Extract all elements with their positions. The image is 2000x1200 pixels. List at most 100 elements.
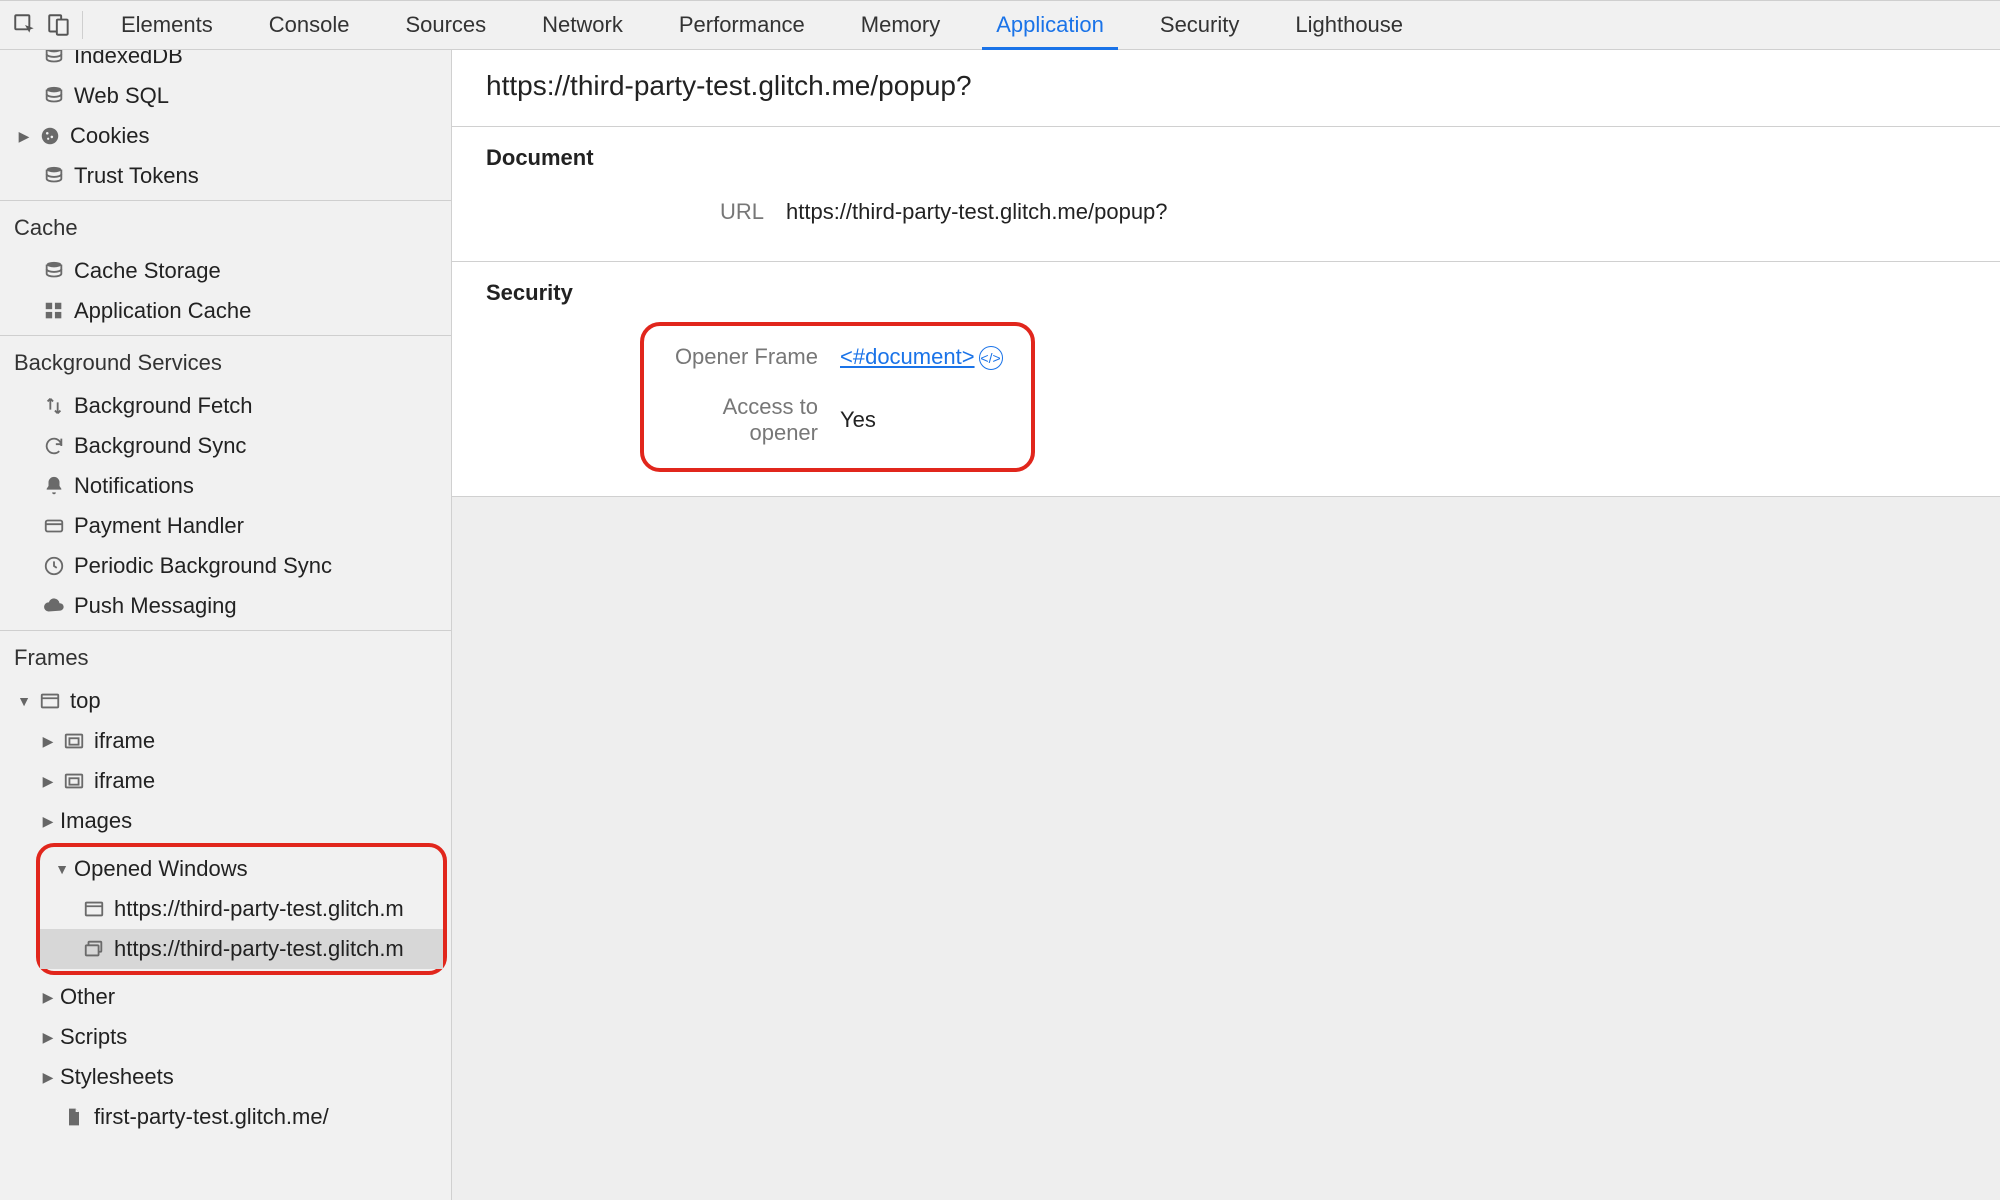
frame-top[interactable]: ▼ top xyxy=(0,681,451,721)
application-sidebar: IndexedDB Web SQL ▶ Cookies Trust Tokens… xyxy=(0,50,452,1200)
row-opener-frame: Opener Frame <#document></> xyxy=(650,332,1003,382)
window-icon xyxy=(36,690,64,712)
sidebar-item-application-cache[interactable]: Application Cache xyxy=(0,291,451,331)
main: IndexedDB Web SQL ▶ Cookies Trust Tokens… xyxy=(0,50,2000,1200)
tab-network[interactable]: Network xyxy=(514,1,651,49)
tab-label: Console xyxy=(269,12,350,38)
sidebar-item-cache-storage[interactable]: Cache Storage xyxy=(0,251,451,291)
label: Web SQL xyxy=(74,83,169,109)
tab-console[interactable]: Console xyxy=(241,1,378,49)
database-icon xyxy=(40,50,68,67)
expand-icon[interactable]: ▶ xyxy=(40,773,56,790)
label: iframe xyxy=(94,768,155,794)
database-icon xyxy=(40,260,68,282)
tab-memory[interactable]: Memory xyxy=(833,1,968,49)
expand-icon[interactable]: ▶ xyxy=(40,1069,56,1086)
collapse-icon[interactable]: ▼ xyxy=(16,693,32,709)
sync-icon xyxy=(40,435,68,457)
tab-label: Sources xyxy=(405,12,486,38)
frame-opened-windows[interactable]: ▼ Opened Windows xyxy=(40,849,443,889)
frame-images[interactable]: ▶ Images xyxy=(0,801,451,841)
sidebar-heading-frames: Frames xyxy=(0,635,451,681)
divider xyxy=(0,200,451,201)
sidebar-item-background-fetch[interactable]: Background Fetch xyxy=(0,386,451,426)
sidebar-item-trust-tokens[interactable]: Trust Tokens xyxy=(0,156,451,196)
sidebar-item-websql[interactable]: Web SQL xyxy=(0,76,451,116)
database-icon xyxy=(40,165,68,187)
value-opener-frame: <#document></> xyxy=(840,344,1003,370)
label: Stylesheets xyxy=(60,1064,174,1090)
label-access-to-opener: Access to opener xyxy=(650,394,840,446)
sidebar-item-push-messaging[interactable]: Push Messaging xyxy=(0,586,451,626)
expand-icon[interactable]: ▶ xyxy=(40,1029,56,1046)
detail-panel: https://third-party-test.glitch.me/popup… xyxy=(452,50,2000,1200)
window-icon xyxy=(80,898,108,920)
section-heading: Document xyxy=(486,145,1966,171)
sidebar-item-indexeddb[interactable]: IndexedDB xyxy=(0,50,451,76)
tab-label: Lighthouse xyxy=(1295,12,1403,38)
tab-sources[interactable]: Sources xyxy=(377,1,514,49)
label: Cookies xyxy=(70,123,149,149)
frame-leaf-document[interactable]: first-party-test.glitch.me/ xyxy=(0,1097,451,1137)
label: top xyxy=(70,688,101,714)
credit-card-icon xyxy=(40,515,68,537)
expand-icon[interactable]: ▶ xyxy=(40,989,56,1006)
label-opener-frame: Opener Frame xyxy=(650,344,840,370)
devtools-tabbar: Elements Console Sources Network Perform… xyxy=(0,0,2000,50)
cookie-icon xyxy=(36,125,64,147)
label: IndexedDB xyxy=(74,50,183,69)
reveal-in-elements-icon[interactable]: </> xyxy=(979,346,1003,370)
security-highlight: Opener Frame <#document></> Access to op… xyxy=(640,322,1035,472)
opened-window-item[interactable]: https://third-party-test.glitch.m xyxy=(40,889,443,929)
label: Trust Tokens xyxy=(74,163,199,189)
opener-frame-link[interactable]: <#document> xyxy=(840,344,975,369)
frame-other[interactable]: ▶ Other xyxy=(0,977,451,1017)
label: first-party-test.glitch.me/ xyxy=(94,1104,329,1130)
expand-icon[interactable]: ▶ xyxy=(40,813,56,830)
tab-elements[interactable]: Elements xyxy=(93,1,241,49)
sidebar-item-cookies[interactable]: ▶ Cookies xyxy=(0,116,451,156)
inspect-element-icon[interactable] xyxy=(8,8,42,42)
divider xyxy=(0,630,451,631)
sidebar-item-payment-handler[interactable]: Payment Handler xyxy=(0,506,451,546)
label: Other xyxy=(60,984,115,1010)
row-url: URL https://third-party-test.glitch.me/p… xyxy=(486,187,1966,237)
label: Cache Storage xyxy=(74,258,221,284)
device-toolbar-icon[interactable] xyxy=(42,8,76,42)
collapse-icon[interactable]: ▼ xyxy=(54,861,70,877)
tab-lighthouse[interactable]: Lighthouse xyxy=(1267,1,1431,49)
value-url: https://third-party-test.glitch.me/popup… xyxy=(786,199,1168,225)
tab-security[interactable]: Security xyxy=(1132,1,1267,49)
section-heading: Security xyxy=(486,280,1966,306)
detail-inner: https://third-party-test.glitch.me/popup… xyxy=(452,50,2000,497)
label-url: URL xyxy=(486,199,786,225)
document-icon xyxy=(60,1106,88,1128)
cloud-icon xyxy=(40,595,68,617)
opened-window-item-selected[interactable]: https://third-party-test.glitch.m xyxy=(40,929,443,969)
label: Push Messaging xyxy=(74,593,237,619)
tab-application[interactable]: Application xyxy=(968,1,1132,49)
windows-stack-icon xyxy=(80,938,108,960)
clock-icon xyxy=(40,555,68,577)
bell-icon xyxy=(40,475,68,497)
label: Images xyxy=(60,808,132,834)
label: Scripts xyxy=(60,1024,127,1050)
sidebar-item-notifications[interactable]: Notifications xyxy=(0,466,451,506)
expand-icon[interactable]: ▶ xyxy=(16,128,32,145)
frame-iframe[interactable]: ▶ iframe xyxy=(0,721,451,761)
sidebar-item-background-sync[interactable]: Background Sync xyxy=(0,426,451,466)
expand-icon[interactable]: ▶ xyxy=(40,733,56,750)
grid-icon xyxy=(40,300,68,322)
opened-windows-highlight: ▼ Opened Windows https://third-party-tes… xyxy=(36,843,447,975)
frame-iframe[interactable]: ▶ iframe xyxy=(0,761,451,801)
separator xyxy=(82,11,83,39)
sidebar-heading-background-services: Background Services xyxy=(0,340,451,386)
label: Periodic Background Sync xyxy=(74,553,332,579)
database-icon xyxy=(40,85,68,107)
tab-label: Elements xyxy=(121,12,213,38)
label: https://third-party-test.glitch.m xyxy=(114,936,404,962)
frame-stylesheets[interactable]: ▶ Stylesheets xyxy=(0,1057,451,1097)
tab-performance[interactable]: Performance xyxy=(651,1,833,49)
frame-scripts[interactable]: ▶ Scripts xyxy=(0,1017,451,1057)
sidebar-item-periodic-background-sync[interactable]: Periodic Background Sync xyxy=(0,546,451,586)
